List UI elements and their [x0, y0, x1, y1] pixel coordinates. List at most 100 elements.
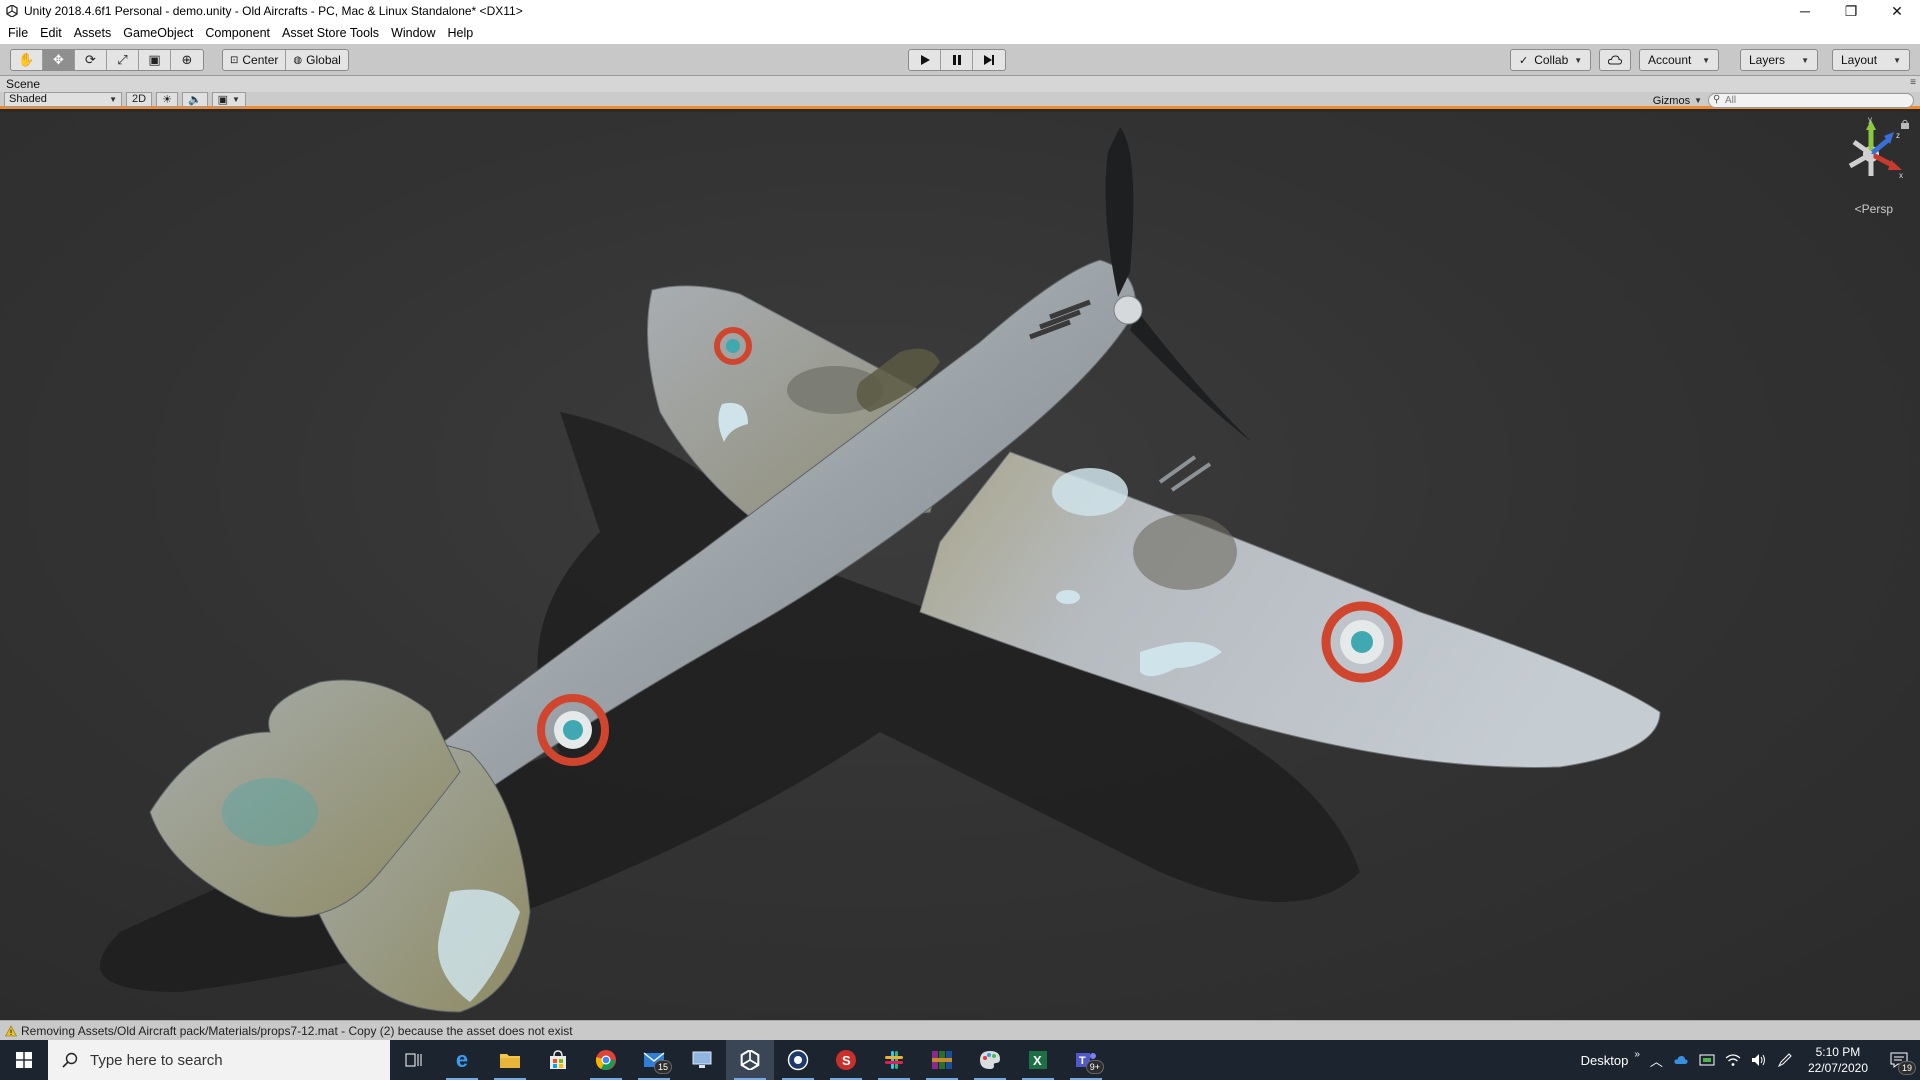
collab-dropdown[interactable]: ✓ Collab ▼	[1510, 49, 1592, 71]
edge-icon: e	[455, 1047, 469, 1072]
taskbar-excel[interactable]: X	[1014, 1040, 1062, 1080]
folder-icon	[500, 1054, 520, 1068]
scale-tool-button[interactable]: ⤢	[107, 50, 139, 70]
axis-x-label: x	[1899, 171, 1903, 180]
effects-dropdown[interactable]: ▣ ▼	[211, 91, 246, 107]
shading-mode-value: Shaded	[9, 93, 47, 105]
2d-toggle-button[interactable]: 2D	[126, 91, 153, 107]
taskbar-store[interactable]	[534, 1040, 582, 1080]
move-tool-button[interactable]: ✥	[43, 50, 75, 70]
account-dropdown[interactable]: Account ▼	[1639, 49, 1719, 71]
layout-dropdown[interactable]: Layout ▼	[1832, 49, 1910, 71]
step-button[interactable]	[973, 50, 1005, 70]
shading-mode-select[interactable]: Shaded ▼	[4, 91, 122, 107]
device-icon	[1699, 1054, 1715, 1066]
remote-desktop-icon	[692, 1051, 712, 1068]
taskbar-unity[interactable]	[726, 1040, 774, 1080]
taskbar-substance[interactable]: S	[822, 1040, 870, 1080]
tab-menu-icon[interactable]: ≡	[1910, 77, 1916, 88]
svg-text:T: T	[1079, 1055, 1086, 1067]
notification-center-button[interactable]: 19	[1878, 1040, 1920, 1080]
projection-toggle[interactable]: <Persp	[1855, 202, 1893, 216]
desktop-toolbar-button[interactable]: Desktop »	[1576, 1040, 1645, 1080]
menu-edit[interactable]: Edit	[34, 22, 68, 44]
menu-window[interactable]: Window	[385, 22, 441, 44]
svg-text:X: X	[1033, 1053, 1042, 1068]
restore-button[interactable]: ❐	[1828, 0, 1874, 22]
windows-logo-icon	[16, 1052, 32, 1068]
task-view-button[interactable]	[390, 1040, 438, 1080]
tab-scene[interactable]: Scene	[0, 77, 40, 91]
hand-tool-button[interactable]: ✋	[11, 50, 43, 70]
speaker-icon: 🔈	[187, 93, 202, 106]
substance-icon: S	[836, 1050, 856, 1070]
minimize-button[interactable]: ─	[1782, 0, 1828, 22]
chevron-down-icon: ▼	[1893, 55, 1901, 65]
lock-icon[interactable]	[1900, 119, 1910, 129]
play-button[interactable]	[909, 50, 941, 70]
scene-orientation-gizmo[interactable]: y z x	[1836, 116, 1906, 186]
task-view-icon	[405, 1053, 422, 1067]
menu-component[interactable]: Component	[199, 22, 276, 44]
taskbar-clock[interactable]: 5:10 PM 22/07/2020	[1798, 1044, 1878, 1076]
start-button[interactable]	[0, 1040, 48, 1080]
rotate-tool-button[interactable]: ⟳	[75, 50, 107, 70]
excel-icon: X	[1029, 1051, 1047, 1069]
aircraft-model[interactable]	[0, 112, 1920, 1020]
pivot-controls: ⊡ Center ◍ Global	[222, 49, 349, 71]
taskbar-file-explorer[interactable]	[486, 1040, 534, 1080]
taskbar-mail[interactable]: 15	[630, 1040, 678, 1080]
taskbar-slack[interactable]	[870, 1040, 918, 1080]
taskbar-paint[interactable]	[966, 1040, 1014, 1080]
scene-search-input[interactable]: ⚲ All	[1708, 93, 1914, 108]
taskbar-cinema4d[interactable]	[774, 1040, 822, 1080]
show-hidden-icons-button[interactable]: ︿	[1645, 1040, 1668, 1080]
pivot-global-button[interactable]: ◍ Global	[286, 50, 347, 70]
pivot-center-button[interactable]: ⊡ Center	[223, 50, 287, 70]
chevron-down-icon: ▼	[109, 94, 117, 104]
menu-file[interactable]: File	[2, 22, 34, 44]
pause-button[interactable]	[941, 50, 973, 70]
menu-asset-store-tools[interactable]: Asset Store Tools	[276, 22, 385, 44]
chevron-double-right-icon: »	[1634, 1048, 1640, 1060]
tray-wifi[interactable]	[1720, 1040, 1746, 1080]
cinema4d-icon	[787, 1049, 809, 1071]
warning-icon	[4, 1024, 18, 1038]
windows-taskbar: Type here to search e 15 S X T 9+ Deskto…	[0, 1040, 1920, 1080]
close-button[interactable]: ✕	[1874, 0, 1920, 22]
taskbar-winrar[interactable]	[918, 1040, 966, 1080]
taskbar-remote-desktop[interactable]	[678, 1040, 726, 1080]
chevron-down-icon: ▼	[1694, 96, 1702, 105]
taskbar-chrome[interactable]	[582, 1040, 630, 1080]
pen-icon	[1777, 1053, 1792, 1068]
axis-y-label: y	[1868, 116, 1872, 124]
tray-device[interactable]	[1694, 1040, 1720, 1080]
tray-onedrive[interactable]	[1668, 1040, 1694, 1080]
console-status-bar[interactable]: Removing Assets/Old Aircraft pack/Materi…	[0, 1020, 1920, 1040]
menu-gameobject[interactable]: GameObject	[117, 22, 199, 44]
clock-date: 22/07/2020	[1807, 1061, 1868, 1075]
cloud-button[interactable]	[1599, 49, 1631, 71]
transform-tool-button[interactable]: ⊕	[171, 50, 203, 70]
tray-volume[interactable]	[1746, 1040, 1772, 1080]
scene-viewport[interactable]: y z x <Persp	[0, 112, 1920, 1020]
desktop-label: Desktop	[1580, 1052, 1629, 1068]
rect-tool-button[interactable]: ▣	[139, 50, 171, 70]
menu-help[interactable]: Help	[442, 22, 480, 44]
taskbar-edge[interactable]: e	[438, 1040, 486, 1080]
chrome-icon	[595, 1050, 616, 1070]
lighting-toggle-button[interactable]: ☀	[156, 91, 178, 107]
taskbar-teams[interactable]: T 9+	[1062, 1040, 1110, 1080]
menu-bar: File Edit Assets GameObject Component As…	[0, 22, 1920, 44]
menu-assets[interactable]: Assets	[68, 22, 118, 44]
slack-icon	[885, 1051, 903, 1069]
palette-icon	[980, 1051, 1000, 1069]
wifi-icon	[1725, 1054, 1741, 1066]
gizmos-dropdown[interactable]: Gizmos ▼	[1653, 93, 1702, 108]
taskbar-search-input[interactable]: Type here to search	[48, 1040, 390, 1080]
layers-dropdown[interactable]: Layers ▼	[1740, 49, 1818, 71]
tray-pen[interactable]	[1772, 1040, 1798, 1080]
play-icon	[920, 55, 930, 65]
teams-badge: 9+	[1085, 1060, 1104, 1074]
audio-toggle-button[interactable]: 🔈	[181, 91, 208, 107]
